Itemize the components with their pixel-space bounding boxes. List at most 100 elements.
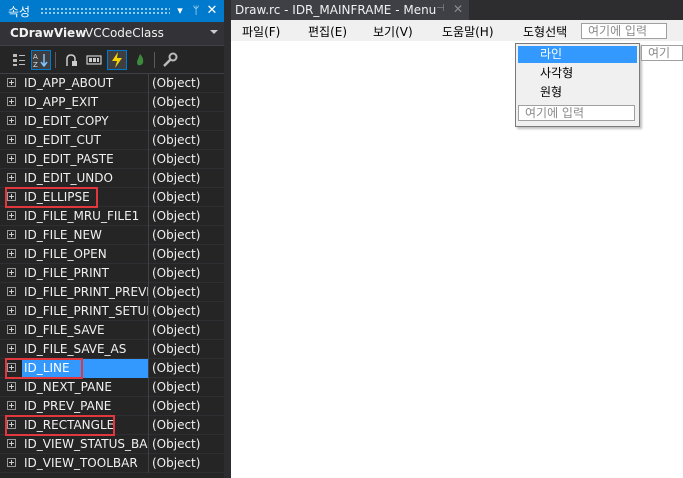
property-name[interactable]: ID_VIEW_STATUS_BAR <box>22 435 148 454</box>
property-row[interactable]: ID_VIEW_TOOLBAR (Object) <box>0 454 224 473</box>
property-name[interactable]: ID_FILE_OPEN <box>22 245 148 264</box>
expand-plus-icon[interactable] <box>7 135 16 144</box>
property-value[interactable]: (Object) <box>148 359 224 378</box>
property-name[interactable]: ID_FILE_MRU_FILE1 <box>22 207 148 226</box>
property-row[interactable]: ID_FILE_SAVE_AS (Object) <box>0 340 224 359</box>
property-value[interactable]: (Object) <box>148 131 224 150</box>
property-row[interactable]: ID_FILE_NEW (Object) <box>0 226 224 245</box>
property-value[interactable]: (Object) <box>148 93 224 112</box>
property-row[interactable]: ID_APP_ABOUT (Object) <box>0 74 224 93</box>
chevron-down-icon[interactable] <box>210 30 218 34</box>
property-name[interactable]: ID_FILE_PRINT <box>22 264 148 283</box>
dropdown-type-here-box[interactable]: 여기에 입력 <box>518 105 635 121</box>
expand-plus-icon[interactable] <box>7 97 16 106</box>
pin-icon[interactable]: ᛘ <box>188 3 204 19</box>
close-icon[interactable]: ✕ <box>453 2 463 16</box>
property-row[interactable]: ID_FILE_SAVE (Object) <box>0 321 224 340</box>
expand-plus-icon[interactable] <box>7 439 16 448</box>
property-value[interactable]: (Object) <box>148 340 224 359</box>
menu-design-surface[interactable]: 파일(F) 편집(E) 보기(V) 도움말(H) 도형선택 여기에 입력 라인 … <box>231 20 683 478</box>
property-value[interactable]: (Object) <box>148 74 224 93</box>
property-value[interactable]: (Object) <box>148 188 224 207</box>
close-icon[interactable]: ✕ <box>204 3 220 19</box>
expand-plus-icon[interactable] <box>7 458 16 467</box>
property-name[interactable]: ID_FILE_PRINT_PREVIEW <box>22 283 148 302</box>
expand-plus-icon[interactable] <box>7 268 16 277</box>
expand-plus-icon[interactable] <box>7 344 16 353</box>
categorized-icon[interactable] <box>9 50 29 70</box>
property-row[interactable]: ID_FILE_OPEN (Object) <box>0 245 224 264</box>
property-row[interactable]: ID_FILE_PRINT_PREVIEW(Object) <box>0 283 224 302</box>
menu-shape-select[interactable]: 도형선택 <box>523 23 567 40</box>
dropdown-arrow-icon[interactable]: ▾ <box>172 3 188 19</box>
property-name[interactable]: ID_APP_EXIT <box>22 93 148 112</box>
property-row[interactable]: ID_FILE_PRINT_SETUP (Object) <box>0 302 224 321</box>
expand-plus-icon[interactable] <box>7 173 16 182</box>
expand-plus-icon[interactable] <box>7 230 16 239</box>
dropdown-item-rectangle[interactable]: 사각형 <box>518 65 637 82</box>
alphabetical-icon[interactable]: AZ <box>31 50 51 70</box>
property-value[interactable]: (Object) <box>148 435 224 454</box>
property-row[interactable]: ID_FILE_PRINT (Object) <box>0 264 224 283</box>
property-row[interactable]: ID_EDIT_UNDO (Object) <box>0 169 224 188</box>
property-name[interactable]: ID_FILE_NEW <box>22 226 148 245</box>
menu-type-here-box[interactable]: 여기에 입력 <box>581 23 667 39</box>
property-name[interactable]: ID_PREV_PANE <box>22 397 148 416</box>
property-value[interactable]: (Object) <box>148 207 224 226</box>
property-pages-icon[interactable] <box>160 50 180 70</box>
property-value[interactable]: (Object) <box>148 416 224 435</box>
property-row[interactable]: ID_EDIT_COPY (Object) <box>0 112 224 131</box>
expand-plus-icon[interactable] <box>7 382 16 391</box>
expand-plus-icon[interactable] <box>7 325 16 334</box>
property-name[interactable]: ID_EDIT_COPY <box>22 112 148 131</box>
property-name[interactable]: ID_FILE_PRINT_SETUP <box>22 302 148 321</box>
property-name[interactable]: ID_EDIT_CUT <box>22 131 148 150</box>
submenu-type-here-box[interactable]: 여기 <box>641 45 683 61</box>
property-value[interactable]: (Object) <box>148 245 224 264</box>
expand-plus-icon[interactable] <box>7 401 16 410</box>
property-row[interactable]: ID_FILE_MRU_FILE1 (Object) <box>0 207 224 226</box>
properties-icon[interactable] <box>61 50 81 70</box>
menu-view[interactable]: 보기(V) <box>373 23 413 40</box>
property-row[interactable]: ID_VIEW_STATUS_BAR (Object) <box>0 435 224 454</box>
expand-plus-icon[interactable] <box>7 116 16 125</box>
properties-titlebar[interactable]: 속성 ▾ ᛘ ✕ <box>0 0 224 22</box>
property-value[interactable]: (Object) <box>148 321 224 340</box>
property-name[interactable]: ID_VIEW_TOOLBAR <box>22 454 148 473</box>
expand-plus-icon[interactable] <box>7 306 16 315</box>
dropdown-item-ellipse[interactable]: 원형 <box>518 84 637 101</box>
property-value[interactable]: (Object) <box>148 302 224 321</box>
property-row[interactable]: ID_EDIT_CUT (Object) <box>0 131 224 150</box>
drag-grip[interactable] <box>40 7 170 15</box>
menu-help[interactable]: 도움말(H) <box>442 23 494 40</box>
property-name[interactable]: ID_EDIT_UNDO <box>22 169 148 188</box>
property-value[interactable]: (Object) <box>148 226 224 245</box>
property-row[interactable]: ID_APP_EXIT (Object) <box>0 93 224 112</box>
property-row[interactable]: ID_PREV_PANE (Object) <box>0 397 224 416</box>
property-value[interactable]: (Object) <box>148 283 224 302</box>
property-value[interactable]: (Object) <box>148 378 224 397</box>
expand-plus-icon[interactable] <box>7 249 16 258</box>
dropdown-item-line[interactable]: 라인 <box>518 46 637 63</box>
property-value[interactable]: (Object) <box>148 454 224 473</box>
property-value[interactable]: (Object) <box>148 264 224 283</box>
messages-icon[interactable] <box>84 50 104 70</box>
pin-icon[interactable]: ⊣ <box>436 3 445 14</box>
property-name[interactable]: ID_FILE_SAVE <box>22 321 148 340</box>
property-value[interactable]: (Object) <box>148 397 224 416</box>
document-tab[interactable]: Draw.rc - IDR_MAINFRAME - Menu ⊣ ✕ <box>231 0 469 20</box>
events-icon[interactable] <box>107 50 127 70</box>
expand-plus-icon[interactable] <box>7 211 16 220</box>
overrides-icon[interactable] <box>130 50 150 70</box>
property-value[interactable]: (Object) <box>148 112 224 131</box>
property-name[interactable]: ID_APP_ABOUT <box>22 74 148 93</box>
expand-plus-icon[interactable] <box>7 287 16 296</box>
property-row[interactable]: ID_NEXT_PANE (Object) <box>0 378 224 397</box>
property-name[interactable]: ID_EDIT_PASTE <box>22 150 148 169</box>
panel-splitter[interactable] <box>224 0 231 478</box>
property-value[interactable]: (Object) <box>148 169 224 188</box>
property-row[interactable]: ID_EDIT_PASTE (Object) <box>0 150 224 169</box>
expand-plus-icon[interactable] <box>7 154 16 163</box>
menu-file[interactable]: 파일(F) <box>242 23 280 40</box>
property-name[interactable]: ID_NEXT_PANE <box>22 378 148 397</box>
